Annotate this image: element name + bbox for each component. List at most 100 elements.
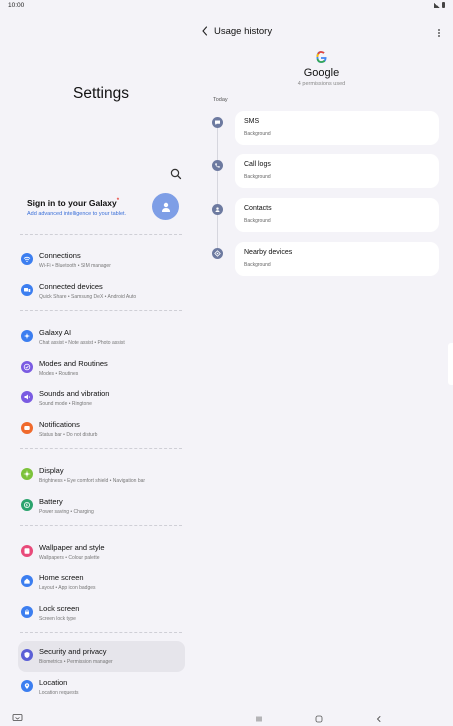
item-label: Connected devices	[39, 282, 103, 291]
entry-label: Contacts	[244, 205, 272, 212]
settings-item-connected-devices[interactable]: Connected devices Quick Share • Samsung …	[18, 276, 185, 307]
settings-item-location[interactable]: Location Location requests	[18, 672, 185, 703]
item-label: Galaxy AI	[39, 328, 72, 337]
item-icon-bg	[21, 468, 33, 480]
usage-entry-nearby-devices[interactable]: Nearby devices Background	[235, 242, 439, 276]
usage-entry-contacts[interactable]: Contacts Background	[235, 198, 439, 232]
recent-apps-button[interactable]	[254, 711, 264, 722]
item-subtitle: Status bar • Do not disturb	[39, 432, 98, 438]
item-subtitle: Biometrics • Permission manager	[39, 659, 113, 665]
message-icon	[215, 120, 220, 125]
account-title: Sign in to your Galaxy*	[27, 198, 120, 208]
sparkle-icon	[24, 333, 30, 339]
divider	[20, 632, 182, 633]
more-options-button[interactable]	[435, 26, 443, 38]
status-bar: 10:00	[0, 0, 453, 14]
timeline-node	[212, 248, 223, 259]
settings-item-lock-screen[interactable]: Lock screen Screen lock type	[18, 598, 185, 629]
divider	[20, 234, 182, 235]
item-icon-bg	[21, 330, 33, 342]
usage-history-pane: Usage history Google 4 permissions used …	[200, 14, 453, 706]
nearby-icon	[214, 250, 221, 257]
entry-label: Nearby devices	[244, 249, 293, 256]
divider	[20, 310, 182, 311]
timeline-line	[217, 118, 218, 258]
item-subtitle: Power saving • Charging	[39, 509, 94, 515]
home-button[interactable]	[314, 711, 324, 723]
item-subtitle: Quick Share • Samsung DeX • Android Auto	[39, 294, 137, 300]
settings-item-notifications[interactable]: Notifications Status bar • Do not distur…	[18, 414, 185, 445]
item-subtitle: Wi-Fi • Bluetooth • SIM manager	[39, 263, 111, 269]
devices-icon	[24, 288, 31, 292]
settings-item-modes-routines[interactable]: Modes and Routines Modes • Routines	[18, 353, 185, 384]
battery-status-icon	[442, 2, 445, 8]
divider	[20, 525, 182, 526]
item-subtitle: Sound mode • Ringtone	[39, 401, 92, 407]
settings-item-home-screen[interactable]: Home screen Layout • App icon badges	[18, 567, 185, 598]
settings-item-connections[interactable]: Connections Wi-Fi • Bluetooth • SIM mana…	[18, 245, 185, 276]
entry-detail: Background	[244, 174, 271, 180]
lock-icon	[25, 609, 29, 615]
timeline-node	[212, 117, 223, 128]
search-button[interactable]	[169, 167, 183, 181]
section-label-today: Today	[213, 97, 228, 103]
item-subtitle: Modes • Routines	[39, 371, 79, 377]
item-label: Notifications	[39, 420, 80, 429]
person-icon	[161, 202, 170, 212]
item-label: Display	[39, 466, 64, 475]
settings-title: Settings	[72, 85, 129, 102]
item-label: Location	[39, 678, 68, 687]
item-icon-bg	[21, 284, 33, 296]
timeline-node	[212, 204, 223, 215]
usage-entry-call-logs[interactable]: Call logs Background	[235, 154, 439, 188]
keyboard-icon	[12, 714, 23, 721]
item-label: Security and privacy	[39, 647, 107, 656]
settings-item-wallpaper[interactable]: Wallpaper and style Wallpapers • Colour …	[18, 537, 185, 568]
google-logo-icon	[314, 50, 328, 64]
wifi-icon	[23, 256, 31, 263]
entry-detail: Background	[244, 131, 271, 137]
navigation-bar	[0, 706, 453, 726]
item-icon-bg	[21, 391, 33, 403]
keyboard-switch-button[interactable]	[12, 710, 23, 721]
item-subtitle: Brightness • Eye comfort shield • Naviga…	[39, 478, 146, 484]
item-subtitle: Wallpapers • Colour palette	[39, 555, 100, 561]
item-label: Connections	[39, 251, 81, 260]
entry-detail: Background	[244, 218, 271, 224]
entry-detail: Background	[244, 262, 271, 268]
back-button[interactable]	[200, 24, 210, 38]
item-label: Modes and Routines	[39, 359, 108, 368]
usage-entry-sms[interactable]: SMS Background	[235, 111, 439, 145]
settings-item-galaxy-ai[interactable]: Galaxy AI Chat assist • Note assist • Ph…	[18, 322, 185, 353]
phone-log-icon	[215, 163, 220, 168]
nav-back-button[interactable]	[374, 711, 384, 722]
settings-item-sounds[interactable]: Sounds and vibration Sound mode • Ringto…	[18, 383, 185, 414]
shield-icon	[24, 652, 30, 658]
chevron-left-icon	[202, 26, 208, 36]
item-label: Sounds and vibration	[39, 389, 110, 398]
permission-count: 4 permissions used	[297, 81, 346, 87]
item-icon-bg	[21, 545, 33, 557]
edge-panel-handle[interactable]	[448, 343, 453, 385]
recents-icon	[256, 716, 262, 722]
item-icon-bg	[21, 499, 33, 511]
settings-item-security[interactable]: Security and privacy Biometrics • Permis…	[18, 641, 185, 672]
home-icon	[24, 578, 30, 584]
item-icon-bg	[21, 649, 33, 661]
battery-icon	[24, 502, 30, 508]
check-circle-icon	[23, 363, 31, 371]
divider	[20, 448, 182, 449]
samsung-account-signin[interactable]: Sign in to your Galaxy* Add advanced int…	[20, 190, 184, 236]
entry-label: SMS	[244, 118, 260, 125]
settings-item-battery[interactable]: Battery Power saving • Charging	[18, 491, 185, 522]
home-square-icon	[315, 715, 323, 723]
item-subtitle: Layout • App icon badges	[39, 585, 96, 591]
item-icon-bg	[21, 606, 33, 618]
system-indicators	[434, 2, 445, 8]
avatar[interactable]	[152, 193, 179, 220]
item-subtitle: Location requests	[39, 690, 79, 696]
entry-label: Call logs	[244, 161, 271, 168]
item-subtitle: Screen lock type	[39, 616, 76, 622]
settings-item-display[interactable]: Display Brightness • Eye comfort shield …	[18, 460, 185, 491]
item-icon-bg	[21, 361, 33, 373]
